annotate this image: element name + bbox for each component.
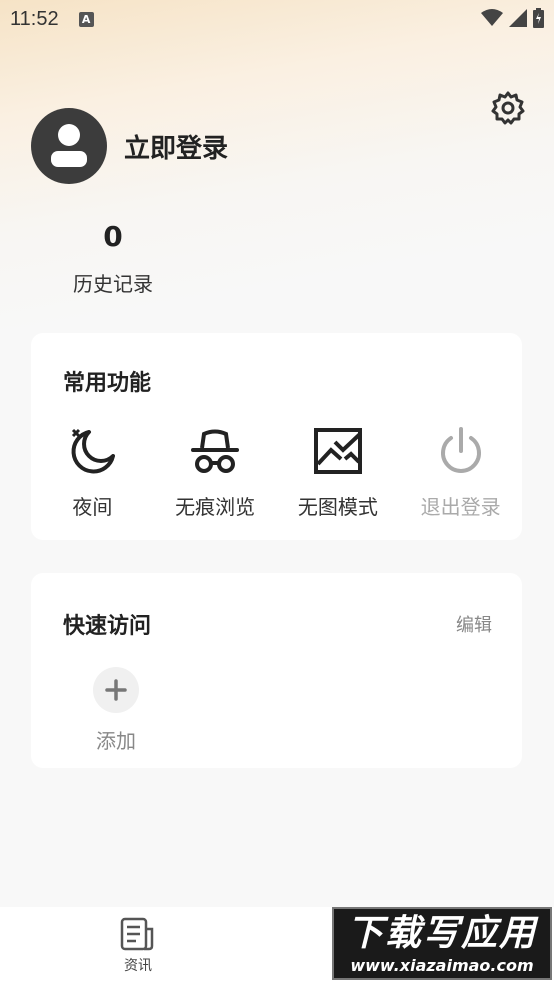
gear-icon xyxy=(491,91,525,125)
settings-button[interactable] xyxy=(490,90,526,126)
watermark-logo: 下载写应用 www.xiazaimao.com xyxy=(332,907,552,980)
login-entry[interactable]: 立即登录 xyxy=(31,108,228,184)
notification-a-icon: A xyxy=(78,11,94,27)
news-icon xyxy=(120,917,154,951)
no-image-label: 无图模式 xyxy=(297,495,378,519)
watermark-url-text: www.xiazaimao.com xyxy=(350,956,534,975)
incognito-button[interactable]: 无痕浏览 xyxy=(154,425,277,520)
night-mode-icon xyxy=(71,428,116,474)
wifi-icon xyxy=(481,9,503,26)
quick-access-title: 快速访问 xyxy=(63,614,152,639)
avatar[interactable] xyxy=(31,108,107,184)
no-image-icon xyxy=(313,428,362,474)
power-icon xyxy=(440,427,481,473)
history-button[interactable]: 0 历史记录 xyxy=(60,218,166,297)
incognito-label: 无痕浏览 xyxy=(175,495,256,519)
quick-access-card: 快速访问 编辑 添加 xyxy=(31,573,522,768)
signal-icon xyxy=(509,9,527,27)
history-label: 历史记录 xyxy=(73,272,153,296)
history-count: 0 xyxy=(103,220,123,253)
status-bar: 11:52 A xyxy=(0,0,554,38)
battery-icon xyxy=(533,8,544,28)
common-functions-card: 常用功能 夜间 无痕浏览 无图模式 退出登录 xyxy=(31,333,522,540)
function-row: 夜间 无痕浏览 无图模式 退出登录 xyxy=(31,425,522,520)
avatar-head xyxy=(58,124,80,146)
logout-button[interactable]: 退出登录 xyxy=(399,425,522,520)
add-label: 添加 xyxy=(96,729,136,753)
logout-label: 退出登录 xyxy=(420,495,501,519)
night-mode-label: 夜间 xyxy=(72,495,113,519)
edit-button[interactable]: 编辑 xyxy=(456,611,492,637)
incognito-icon xyxy=(191,429,240,473)
status-indicators xyxy=(481,8,544,28)
avatar-body xyxy=(51,151,87,167)
add-shortcut-button[interactable]: 添加 xyxy=(86,667,146,754)
night-mode-button[interactable]: 夜间 xyxy=(31,425,154,520)
login-link[interactable]: 立即登录 xyxy=(124,128,228,165)
watermark-main-text: 下载写应用 xyxy=(346,913,537,954)
status-time: 11:52 xyxy=(10,7,59,30)
nav-news-tab[interactable]: 资讯 xyxy=(110,917,166,975)
nav-news-label: 资讯 xyxy=(124,958,152,974)
plus-icon xyxy=(105,679,127,701)
common-functions-title: 常用功能 xyxy=(63,371,152,396)
no-image-mode-button[interactable]: 无图模式 xyxy=(277,425,400,520)
add-circle[interactable] xyxy=(93,667,139,713)
